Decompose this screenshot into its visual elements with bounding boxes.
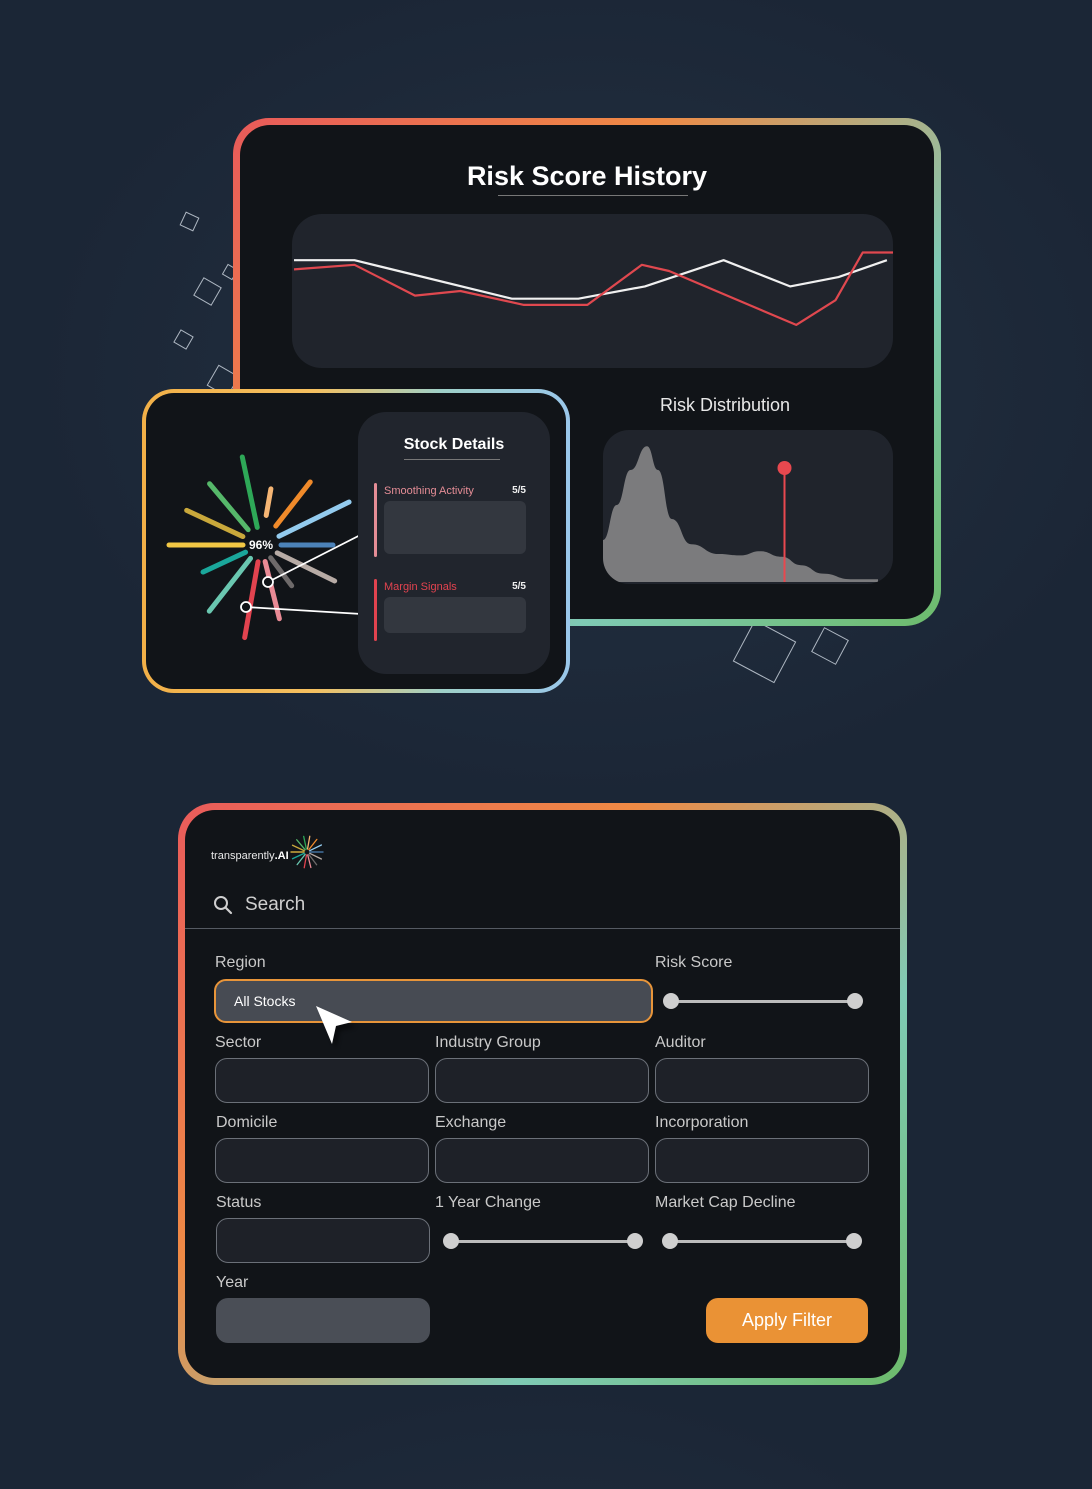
decorative-square [193, 277, 222, 306]
exchange-label: Exchange [435, 1114, 507, 1131]
mouse-cursor-icon [316, 1006, 356, 1049]
sunburst-ray [239, 454, 260, 530]
metric-indicator-bar [374, 483, 377, 557]
risk-score-slider[interactable] [663, 993, 863, 1009]
title-underline [404, 459, 500, 460]
decorative-square [811, 627, 849, 665]
market-cap-decline-slider[interactable] [662, 1233, 862, 1249]
sunburst-ray [263, 486, 274, 518]
logo-text: transparently [211, 850, 275, 862]
filter-panel-card: transparently.AI Search Region All Stock… [178, 803, 907, 1385]
decorative-square [179, 211, 200, 232]
status-select[interactable] [216, 1218, 430, 1263]
risk-distribution-title: Risk Distribution [660, 395, 791, 415]
metric-value: 5/5 [512, 581, 526, 592]
search-divider [185, 928, 900, 929]
search-placeholder: Search [245, 894, 306, 915]
metric-margin-signals[interactable]: Margin Signals 5/5 [374, 579, 534, 641]
metric-smoothing-activity[interactable]: Smoothing Activity 5/5 [374, 483, 534, 557]
search-bar[interactable]: Search [213, 894, 305, 916]
domicile-label: Domicile [216, 1114, 278, 1131]
sunburst-ray [273, 479, 313, 529]
metric-detail-box [384, 597, 526, 633]
risk-history-chart [292, 214, 893, 368]
auditor-select[interactable] [655, 1058, 869, 1103]
slider-max-handle[interactable] [846, 1233, 862, 1249]
year-change-slider[interactable] [443, 1233, 643, 1249]
stock-details-title: Stock Details [403, 436, 505, 453]
distribution-area [603, 446, 878, 582]
year-select[interactable] [216, 1298, 430, 1343]
slider-min-handle[interactable] [443, 1233, 459, 1249]
stock-details-card: 96% Stock Details Smoothing Activity 5/5… [142, 389, 570, 693]
risk-distribution-svg [603, 446, 878, 582]
logo-ray [306, 835, 311, 850]
slider-track [670, 1240, 854, 1243]
industry-group-select[interactable] [435, 1058, 649, 1103]
slider-track [451, 1240, 635, 1243]
logo-ray [303, 835, 308, 850]
metric-value: 5/5 [512, 485, 526, 496]
decorative-square [732, 619, 797, 684]
metric-detail-box [384, 501, 526, 554]
slider-min-handle[interactable] [662, 1233, 678, 1249]
auditor-label: Auditor [655, 1034, 706, 1051]
slider-max-handle[interactable] [627, 1233, 643, 1249]
decorative-square [173, 329, 194, 350]
region-select[interactable]: All Stocks [214, 979, 653, 1023]
incorporation-select[interactable] [655, 1138, 869, 1183]
region-value: All Stocks [234, 993, 296, 1009]
metric-label: Margin Signals [384, 581, 457, 593]
industry-group-label: Industry Group [435, 1034, 541, 1051]
year-change-label: 1 Year Change [435, 1194, 541, 1211]
sector-label: Sector [215, 1034, 262, 1051]
metric-indicator-bar [374, 579, 377, 641]
region-label: Region [215, 954, 266, 971]
slider-max-handle[interactable] [847, 993, 863, 1009]
search-icon [214, 896, 233, 915]
exchange-select[interactable] [435, 1138, 649, 1183]
risk-score-label: Risk Score [655, 954, 733, 971]
market-cap-decline-label: Market Cap Decline [655, 1194, 796, 1211]
connector-node[interactable] [240, 601, 252, 613]
score-percent-label: 96% [249, 538, 273, 552]
sunburst-ray [242, 559, 261, 641]
metric-label: Smoothing Activity [384, 485, 474, 497]
series-line-red [293, 251, 893, 327]
status-label: Status [216, 1194, 262, 1211]
apply-filter-button[interactable]: Apply Filter [706, 1298, 868, 1343]
logo-burst-icon [290, 835, 324, 869]
risk-history-svg [293, 251, 893, 327]
title-underline [498, 195, 688, 196]
slider-track [671, 1000, 855, 1003]
risk-distribution-chart [603, 430, 893, 584]
incorporation-label: Incorporation [655, 1114, 749, 1131]
stock-details-panel: Stock Details Smoothing Activity 5/5 Mar… [358, 412, 550, 674]
logo-ray [303, 854, 308, 869]
domicile-select[interactable] [215, 1138, 429, 1183]
distribution-marker-dot [777, 461, 792, 475]
connector-node[interactable] [262, 576, 274, 588]
sector-select[interactable] [215, 1058, 429, 1103]
slider-min-handle[interactable] [663, 993, 679, 1009]
risk-history-title: Risk Score History [466, 161, 708, 191]
transparently-logo: transparently.AI [211, 835, 324, 869]
year-label: Year [216, 1274, 249, 1291]
